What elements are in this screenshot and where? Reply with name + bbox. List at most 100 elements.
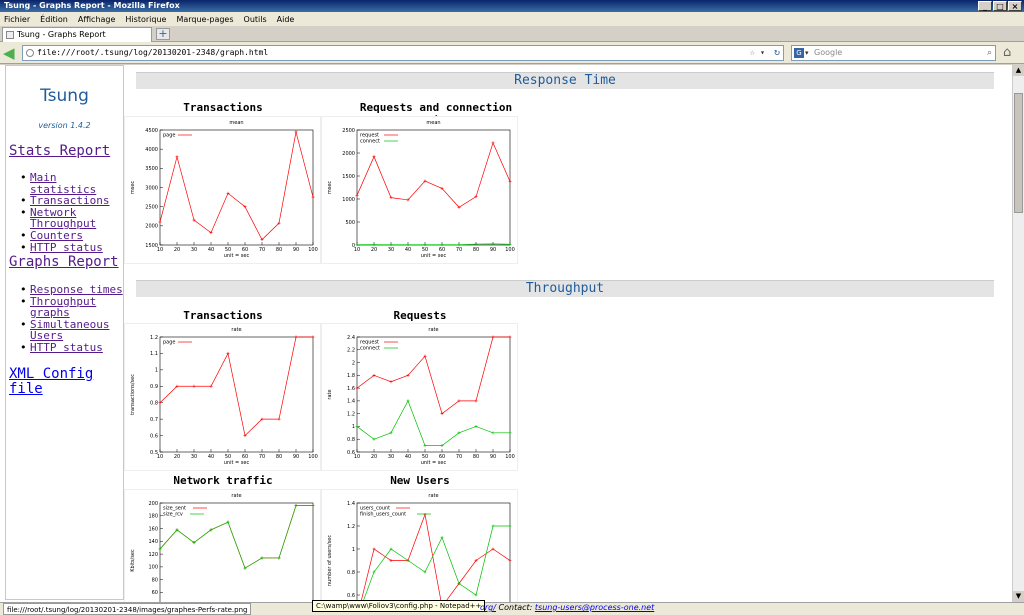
legend-label: finish_users_count (360, 512, 406, 518)
menu-outils[interactable]: Outils (244, 15, 267, 24)
x-tick-label: 70 (456, 454, 462, 460)
url-input[interactable]: file:///root/.tsung/log/20130201-2348/gr… (22, 45, 784, 61)
x-tick-label: 40 (208, 454, 214, 460)
chart-image[interactable]: rate204060801001201401601802001020304050… (125, 490, 320, 602)
maximize-button[interactable]: □ (993, 1, 1007, 11)
y-tick-label: 0.6 (347, 593, 355, 599)
network-throughput-link[interactable]: Network Throughput (30, 206, 96, 231)
stats-report-link[interactable]: Stats Report (9, 143, 110, 159)
new-tab-button[interactable]: + (156, 28, 170, 40)
brand-title: Tsung (40, 86, 89, 106)
chart-image[interactable]: rate 0.5 0.6 0.7 0.8 0.9 1 1.1 1.2 10 20 30 40 50 60 70… (125, 324, 320, 470)
x-tick-label: 70 (259, 454, 265, 460)
sidebar: Tsung version 1.4.2 Stats Report Main st… (5, 65, 124, 600)
reload-icon[interactable]: ↻ (774, 46, 780, 60)
data-point (311, 504, 315, 508)
chart-title: Transactions (183, 309, 263, 322)
legend-label: connect (360, 139, 380, 145)
xml-config-link[interactable]: XML Config file (9, 367, 123, 397)
data-point (277, 417, 281, 421)
x-tick-label: 20 (174, 454, 180, 460)
series-line (159, 336, 313, 437)
menu-aide[interactable]: Aide (277, 15, 295, 24)
x-tick-label: 20 (371, 454, 377, 460)
page-content: Tsung version 1.4.2 Stats Report Main st… (0, 65, 1012, 602)
chart-svg: rate0.60.811.21.41.61.822.22.410 20 30 40 50… (327, 327, 515, 466)
footer-email-link[interactable]: tsung-users@process-one.net (535, 603, 654, 612)
menu-historique[interactable]: Historique (125, 15, 166, 24)
chevron-down-icon[interactable]: ▾ (760, 46, 765, 60)
x-tick-label: 100 (505, 247, 515, 253)
simultaneous-users-link[interactable]: Simultaneous Users (30, 318, 109, 343)
menu-affichage[interactable]: Affichage (78, 15, 116, 24)
bookmark-star-icon[interactable]: ☆ (750, 46, 755, 60)
data-point (226, 351, 230, 355)
tab-tsung-graphs-report[interactable]: Tsung - Graphs Report (2, 27, 152, 42)
scroll-thumb[interactable] (1014, 93, 1023, 213)
chart-svg: rate204060801001201401601802001020304050… (130, 493, 315, 602)
legend-label: page (163, 340, 176, 346)
graphs-http-status-link[interactable]: HTTP status (30, 341, 103, 354)
navigation-bar: ◀ file:///root/.tsung/log/20130201-2348/… (0, 42, 1024, 64)
chart-image[interactable]: rate0.40.60.811.21.410203040506070809010… (322, 490, 517, 602)
version-label: version 1.4.2 (38, 121, 91, 130)
x-tick-label: 20 (174, 247, 180, 253)
menu-edition[interactable]: Édition (40, 15, 68, 24)
chart-title: Requests (393, 309, 447, 322)
http-status-link[interactable]: HTTP status (30, 241, 103, 254)
chart-image[interactable]: rate 0.6 0.8 1 1.2 1.4 1.6 1.8 2 2.2 2.4 10 20 30 40 50… (322, 324, 517, 470)
data-point (457, 243, 461, 247)
chart-image[interactable]: mean 1500 2000 2500 3000 3500 4000 4500 10 20 30 40… (125, 117, 320, 263)
data-point (423, 243, 427, 247)
search-icon[interactable]: ⌕ (987, 46, 992, 60)
data-point (355, 243, 359, 247)
graphs-report-list: Response times Throughput graphs Simulta… (20, 284, 123, 354)
chart-title: Transactions (183, 101, 263, 114)
x-tick-label: 10 (354, 247, 360, 253)
page-icon (6, 31, 14, 39)
chevron-down-icon[interactable]: ▾ (805, 46, 809, 60)
y-tick-label: 180 (148, 514, 158, 520)
y-tick-label: 60 (152, 590, 158, 596)
response-time-heading: Response Time (136, 72, 994, 89)
y-tick-label: 1 (155, 368, 158, 374)
series-line (356, 336, 510, 415)
y-tick-label: 4500 (145, 128, 158, 134)
graphs-report-link[interactable]: Graphs Report (9, 254, 119, 270)
data-point (158, 220, 162, 224)
scroll-down-arrow-icon[interactable]: ▼ (1013, 591, 1024, 602)
home-icon[interactable]: ⌂ (1003, 45, 1011, 60)
y-tick-label: 1.8 (347, 373, 355, 379)
x-tick-label: 70 (259, 247, 265, 253)
chart-image[interactable]: mean 0 500 1000 1500 2000 2500 10 20 30 40 50 60 70 80… (322, 117, 517, 263)
search-input[interactable]: G ▾ Google ⌕ (791, 45, 996, 61)
close-button[interactable]: × (1008, 1, 1022, 11)
inner-title: rate (428, 493, 438, 499)
vertical-scrollbar[interactable]: ▲ ▼ (1012, 65, 1024, 602)
y-axis-label: number of users/sec (327, 535, 333, 586)
y-tick-label: 120 (148, 552, 158, 558)
y-tick-label: 500 (345, 220, 355, 226)
data-point (491, 335, 495, 339)
throughput-graphs-link[interactable]: Throughput graphs (30, 295, 96, 320)
y-tick-label: 0.8 (347, 570, 355, 576)
footer-link[interactable]: org/ (480, 603, 496, 612)
menu-fichier[interactable]: Fichier (4, 15, 30, 24)
y-tick-label: 2 (352, 360, 355, 366)
menu-marque-pages[interactable]: Marque-pages (176, 15, 233, 24)
scroll-up-arrow-icon[interactable]: ▲ (1013, 65, 1024, 76)
data-point (175, 155, 179, 159)
x-tick-label: 30 (388, 454, 394, 460)
stats-report-list: Main statistics Transactions Network Thr… (20, 172, 123, 253)
y-tick-label: 160 (148, 526, 158, 532)
minimize-button[interactable]: _ (978, 1, 992, 11)
x-tick-label: 80 (473, 454, 479, 460)
y-tick-label: 1.2 (347, 524, 355, 530)
x-tick-label: 80 (276, 247, 282, 253)
search-engine-icon[interactable]: G (794, 48, 804, 58)
y-tick-label: 3000 (145, 185, 158, 191)
footer-contact-label: Contact: (498, 603, 533, 612)
x-tick-label: 70 (456, 247, 462, 253)
back-arrow-icon[interactable]: ◀ (3, 45, 19, 61)
main-statistics-link[interactable]: Main statistics (30, 171, 96, 196)
